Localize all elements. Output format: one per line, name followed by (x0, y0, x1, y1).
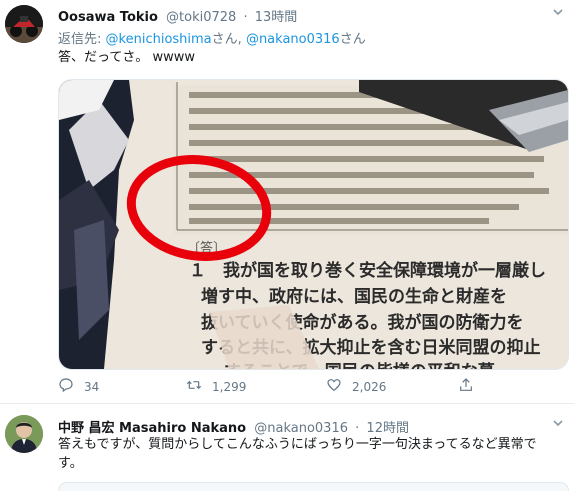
reply-count: 34 (84, 379, 100, 394)
reply-to-label: 返信先: (58, 32, 102, 47)
author-avatar[interactable] (5, 415, 43, 453)
retweet-button[interactable]: 1,299 (186, 377, 246, 396)
honorific-1: さん, (211, 32, 242, 47)
time-separator: · (243, 10, 248, 25)
share-icon (458, 377, 474, 396)
author-name[interactable]: 中野 昌宏 Masahiro Nakano (58, 421, 246, 436)
reply-mention-2[interactable]: @nakano0316 (246, 32, 340, 47)
tweet-text: 答、だってさ。 wwww (58, 50, 196, 65)
time-separator: · (355, 421, 360, 436)
retweet-count: 1,299 (212, 379, 247, 394)
tweet-time[interactable]: 12時間 (366, 421, 409, 436)
share-button[interactable] (458, 377, 474, 396)
retweet-icon (186, 377, 202, 396)
reply-button[interactable]: 34 (58, 377, 99, 396)
author-avatar[interactable] (5, 5, 43, 43)
tweet-media-peek (58, 482, 569, 491)
tweet-2[interactable]: 中野 昌宏 Masahiro Nakano @nakano0316 · 12時間… (0, 404, 574, 491)
like-count: 2,026 (352, 379, 387, 394)
author-name[interactable]: Oosawa Tokio (58, 10, 158, 25)
tweet-media-image[interactable]: 〔答〕 １ 我が国を取り巻く安全保障環境が一層厳し 増す中、政府には、国民の生命… (58, 79, 569, 370)
answer-line-1: １ 我が国を取り巻く安全保障環境が一層厳し (189, 260, 546, 281)
chevron-down-icon[interactable] (552, 417, 564, 432)
author-handle[interactable]: @nakano0316 (254, 421, 348, 436)
tweet-actions: 34 1,299 2,026 (58, 377, 518, 397)
like-button[interactable]: 2,026 (326, 377, 386, 396)
reply-mention-1[interactable]: @kenichioshima (106, 32, 212, 47)
chevron-down-icon[interactable] (552, 6, 564, 21)
tweet-time[interactable]: 13時間 (255, 10, 298, 25)
document-photo: 〔答〕 １ 我が国を取り巻く安全保障環境が一層厳し 増す中、政府には、国民の生命… (59, 80, 568, 369)
author-handle[interactable]: @toki0728 (166, 10, 236, 25)
honorific-2: さん (339, 32, 366, 47)
tweet-1[interactable]: Oosawa Tokio @toki0728 · 13時間 返信先: @keni… (0, 0, 574, 404)
answer-line-2: 増す中、政府には、国民の生命と財産を (201, 286, 507, 307)
heart-icon (326, 377, 342, 396)
reply-icon (58, 377, 74, 396)
tweet-text: 答えもですが、質問からしてこんなふうにばっちり一字一句決まってるなど異常です。 (58, 437, 537, 471)
